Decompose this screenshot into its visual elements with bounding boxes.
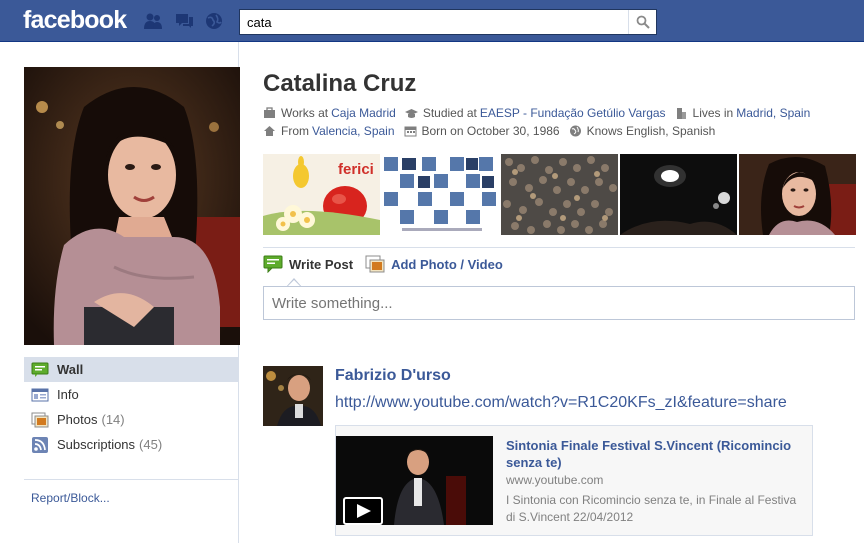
- info-line-2: From Valencia, Spain Born on October 30,…: [263, 124, 724, 138]
- story-shared-link[interactable]: http://www.youtube.com/watch?v=R1C20KFs_…: [335, 394, 787, 412]
- story-author-name[interactable]: Fabrizio D'urso: [335, 367, 451, 385]
- report-block-link[interactable]: Report/Block...: [31, 491, 110, 505]
- info-line-1: Works at Caja Madrid Studied at EAESP - …: [263, 106, 819, 120]
- composer-box: [263, 286, 855, 320]
- story-author-avatar[interactable]: [263, 366, 323, 426]
- attachment-title[interactable]: Sintonia Finale Festival S.Vincent (Rico…: [506, 437, 806, 471]
- info-education: Studied at EAESP - Fundação Getúlio Varg…: [404, 106, 666, 120]
- profile-name: Catalina Cruz: [263, 70, 417, 97]
- attachment-description: I Sintonia con Ricomincio senza te, in F…: [506, 493, 797, 524]
- strip-photo-1-text: ferici: [338, 161, 374, 178]
- briefcase-icon: [263, 107, 276, 119]
- strip-photo-3[interactable]: [501, 154, 618, 235]
- facebook-logo[interactable]: facebook: [23, 6, 127, 35]
- calendar-icon: [404, 125, 417, 137]
- composer-tabs: Write Post Add Photo / Video: [263, 255, 515, 273]
- status-bubble-icon: [263, 255, 283, 273]
- link-current-city[interactable]: Madrid, Spain: [736, 106, 810, 120]
- profile-picture[interactable]: [24, 67, 240, 345]
- strip-photo-4[interactable]: [620, 154, 737, 235]
- search-box: [239, 9, 657, 35]
- photos-icon: [31, 412, 49, 428]
- profile-nav: Wall Info Photos (14) Subscriptions (45): [24, 357, 238, 457]
- strip-photo-5[interactable]: [739, 154, 856, 235]
- photo-icon: [365, 255, 385, 273]
- link-hometown[interactable]: Valencia, Spain: [312, 124, 395, 138]
- notifications-icon[interactable]: [204, 12, 224, 30]
- nav-item-wall[interactable]: Wall: [24, 357, 238, 382]
- tab-add-photo-video[interactable]: Add Photo / Video: [365, 255, 503, 273]
- search-button[interactable]: [628, 10, 656, 34]
- strip-photo-2[interactable]: [382, 154, 499, 235]
- search-input[interactable]: [240, 10, 628, 34]
- play-icon: [343, 497, 383, 525]
- subscriptions-count: (45): [139, 437, 163, 452]
- subscriptions-icon: [31, 436, 49, 453]
- info-hometown: From Valencia, Spain: [263, 124, 395, 138]
- nav-item-info[interactable]: Info: [24, 382, 238, 407]
- left-separator: [24, 479, 238, 480]
- info-lives: Lives in Madrid, Spain: [675, 106, 810, 120]
- info-languages: Knows English, Spanish: [569, 124, 715, 138]
- wall-icon: [31, 362, 49, 378]
- photos-count: (14): [101, 412, 125, 427]
- write-something-input[interactable]: [264, 287, 854, 319]
- tab-write-post[interactable]: Write Post: [263, 255, 353, 273]
- globe-icon: [569, 125, 582, 137]
- info-birthday: Born on October 30, 1986: [404, 124, 560, 138]
- nav-item-photos[interactable]: Photos (14): [24, 407, 238, 432]
- home-icon: [263, 125, 276, 137]
- top-bar: facebook: [0, 0, 864, 42]
- link-school[interactable]: EAESP - Fundação Getúlio Vargas: [480, 106, 666, 120]
- building-icon: [675, 107, 688, 119]
- nav-label-wall: Wall: [57, 362, 84, 377]
- nav-label-info: Info: [57, 387, 79, 402]
- link-employer[interactable]: Caja Madrid: [331, 106, 396, 120]
- strip-photo-1[interactable]: ferici: [263, 154, 380, 235]
- nav-item-subscriptions[interactable]: Subscriptions (45): [24, 432, 238, 457]
- header-separator: [263, 247, 855, 248]
- attachment-source: www.youtube.com: [506, 473, 604, 487]
- nav-label-photos: Photos: [57, 412, 98, 427]
- link-attachment: Sintonia Finale Festival S.Vincent (Rico…: [335, 425, 813, 536]
- messages-icon[interactable]: [174, 12, 194, 30]
- photo-strip: ferici: [263, 154, 858, 235]
- search-icon: [636, 15, 650, 29]
- info-work: Works at Caja Madrid: [263, 106, 396, 120]
- video-thumbnail[interactable]: [336, 436, 493, 525]
- nav-label-subscriptions: Subscriptions: [57, 437, 136, 452]
- graduation-cap-icon: [404, 107, 418, 119]
- info-icon: [31, 387, 49, 403]
- friend-requests-icon[interactable]: [143, 12, 163, 30]
